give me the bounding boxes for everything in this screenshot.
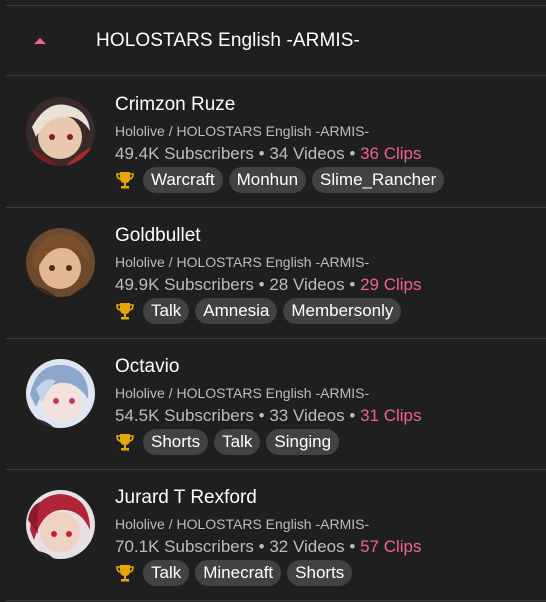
channel-org: Hololive / HOLOSTARS English -ARMIS- [115, 123, 370, 139]
trophy-icon [116, 565, 134, 582]
tag-chip[interactable]: Talk [143, 560, 190, 586]
channel-row[interactable]: Goldbullet Hololive / HOLOSTARS English … [6, 208, 546, 339]
channel-org: Hololive / HOLOSTARS English -ARMIS- [115, 254, 370, 270]
channel-row[interactable]: Crimzon Ruze Hololive / HOLOSTARS Englis… [6, 77, 546, 208]
channel-stats: 54.5K Subscribers • 33 Videos • 31 Clips [115, 406, 421, 426]
tag-chip[interactable]: Membersonly [283, 298, 402, 324]
channel-avatar[interactable] [26, 228, 95, 297]
channel-org: Hololive / HOLOSTARS English -ARMIS- [115, 385, 370, 401]
trophy-icon [116, 434, 134, 451]
separator: • [349, 275, 356, 294]
channel-name[interactable]: Crimzon Ruze [115, 94, 235, 116]
subscriber-count: 70.1K Subscribers [115, 537, 254, 556]
tag-chip[interactable]: Slime_Rancher [312, 167, 445, 193]
tag-chip[interactable]: Singing [266, 429, 340, 455]
video-count: 34 Videos [269, 144, 345, 163]
tag-chip[interactable]: Minecraft [195, 560, 282, 586]
clip-count[interactable]: 31 Clips [360, 406, 421, 425]
channel-stats: 70.1K Subscribers • 32 Videos • 57 Clips [115, 537, 421, 557]
channel-row[interactable]: Octavio Hololive / HOLOSTARS English -AR… [6, 339, 546, 470]
channel-name[interactable]: Goldbullet [115, 225, 201, 247]
channel-avatar[interactable] [26, 490, 95, 559]
tag-chip[interactable]: Talk [143, 298, 190, 324]
video-count: 28 Videos [269, 275, 345, 294]
group-title: HOLOSTARS English -ARMIS- [96, 30, 360, 51]
subscriber-count: 49.4K Subscribers [115, 144, 254, 163]
caret-up-icon[interactable] [34, 38, 46, 44]
separator: • [258, 144, 265, 163]
trophy-icon [116, 172, 134, 189]
tags-row: Talk Amnesia Membersonly [115, 298, 402, 324]
channel-name[interactable]: Octavio [115, 356, 179, 378]
video-count: 33 Videos [269, 406, 345, 425]
tag-chip[interactable]: Shorts [143, 429, 209, 455]
separator: • [349, 144, 356, 163]
tag-chip[interactable]: Talk [214, 429, 261, 455]
tags-row: Warcraft Monhun Slime_Rancher [115, 167, 445, 193]
channel-row[interactable]: Jurard T Rexford Hololive / HOLOSTARS En… [6, 470, 546, 601]
channel-stats: 49.4K Subscribers • 34 Videos • 36 Clips [115, 144, 421, 164]
separator: • [349, 537, 356, 556]
channel-avatar[interactable] [26, 97, 95, 166]
channel-list-panel: HOLOSTARS English -ARMIS- Crimzon Ruze H… [0, 0, 546, 602]
channel-name[interactable]: Jurard T Rexford [115, 487, 257, 509]
tag-chip[interactable]: Shorts [287, 560, 353, 586]
separator: • [258, 406, 265, 425]
clip-count[interactable]: 36 Clips [360, 144, 421, 163]
separator: • [258, 537, 265, 556]
clip-count[interactable]: 29 Clips [360, 275, 421, 294]
clip-count[interactable]: 57 Clips [360, 537, 421, 556]
separator: • [258, 275, 265, 294]
subscriber-count: 49.9K Subscribers [115, 275, 254, 294]
subscriber-count: 54.5K Subscribers [115, 406, 254, 425]
tags-row: Shorts Talk Singing [115, 429, 340, 455]
tags-row: Talk Minecraft Shorts [115, 560, 353, 586]
tag-chip[interactable]: Warcraft [143, 167, 223, 193]
separator: • [349, 406, 356, 425]
channel-org: Hololive / HOLOSTARS English -ARMIS- [115, 516, 370, 532]
tag-chip[interactable]: Monhun [228, 167, 307, 193]
tag-chip[interactable]: Amnesia [195, 298, 278, 324]
group-header-holostars-english[interactable]: HOLOSTARS English -ARMIS- [6, 6, 546, 76]
video-count: 32 Videos [269, 537, 345, 556]
channel-stats: 49.9K Subscribers • 28 Videos • 29 Clips [115, 275, 421, 295]
channel-avatar[interactable] [26, 359, 95, 428]
trophy-icon [116, 303, 134, 320]
